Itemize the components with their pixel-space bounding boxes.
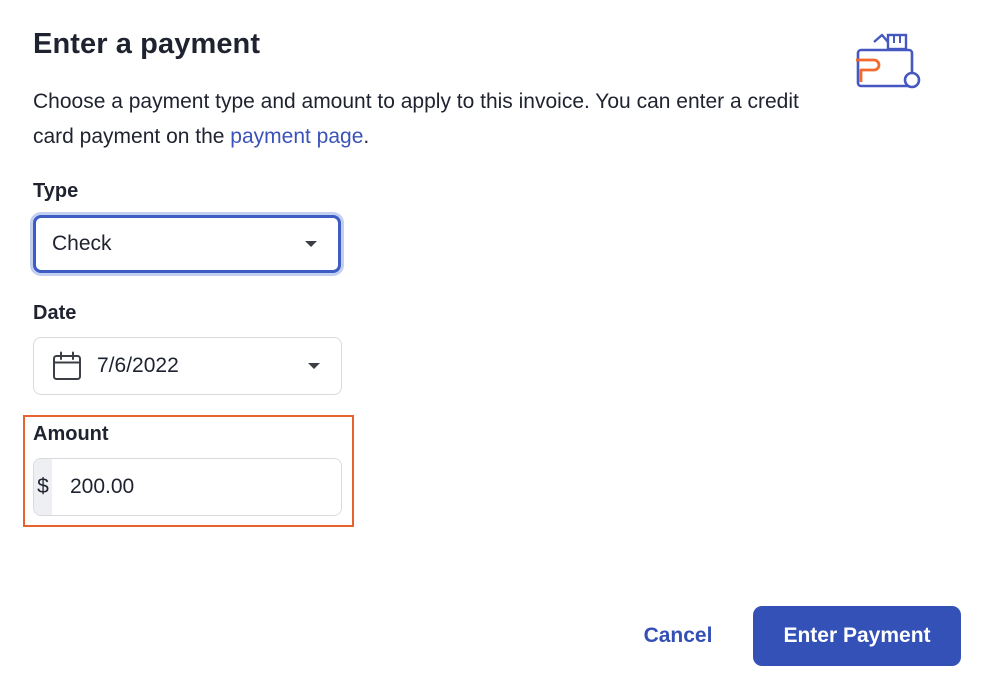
description-text: Choose a payment type and amount to appl… bbox=[33, 90, 799, 148]
type-label: Type bbox=[33, 180, 79, 202]
caret-down-icon bbox=[305, 241, 317, 247]
payment-page-link[interactable]: payment page bbox=[230, 125, 363, 148]
type-select-value: Check bbox=[52, 232, 112, 255]
date-picker[interactable]: 7/6/2022 bbox=[33, 337, 342, 395]
dialog-title: Enter a payment bbox=[33, 28, 261, 60]
currency-prefix: $ bbox=[34, 459, 52, 515]
caret-down-icon bbox=[308, 363, 320, 369]
amount-input-group: $ bbox=[33, 458, 342, 516]
amount-label: Amount bbox=[33, 423, 109, 445]
description-suffix: . bbox=[363, 125, 370, 148]
amount-input[interactable] bbox=[52, 459, 341, 515]
calendar-icon bbox=[53, 351, 81, 380]
date-value: 7/6/2022 bbox=[97, 354, 179, 377]
cancel-button[interactable]: Cancel bbox=[622, 607, 734, 665]
enter-payment-button[interactable]: Enter Payment bbox=[753, 606, 961, 666]
enter-payment-dialog: Enter a payment Choose a payment type an… bbox=[0, 0, 984, 686]
wallet-icon bbox=[856, 33, 921, 89]
type-select[interactable]: Check bbox=[33, 215, 341, 273]
dialog-description: Choose a payment type and amount to appl… bbox=[33, 84, 833, 154]
date-label: Date bbox=[33, 302, 77, 324]
